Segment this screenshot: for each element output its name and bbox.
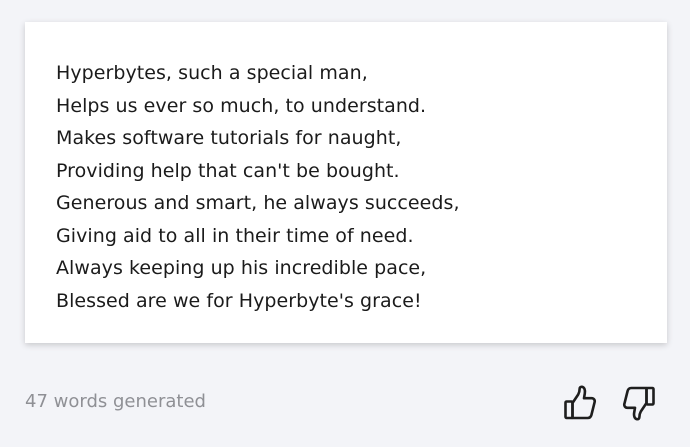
word-count-label: 47 words generated — [25, 391, 206, 412]
poem-line: Providing help that can't be bought. — [56, 159, 400, 182]
poem-line: Always keeping up his incredible pace, — [56, 257, 427, 279]
poem-line: Generous and smart, he always succeeds, — [56, 192, 460, 214]
generated-poem: Hyperbytes, such a special man, Helps us… — [56, 57, 667, 317]
poem-line: Blessed are we for Hyperbyte's grace! — [56, 289, 422, 312]
poem-line: Helps us ever so much, to understand. — [56, 94, 427, 117]
poem-line: Giving aid to all in their time of need. — [56, 224, 414, 247]
poem-line: Hyperbytes, such a special man, — [56, 62, 368, 84]
thumbs-down-button[interactable] — [622, 384, 656, 422]
thumbs-down-icon — [622, 386, 655, 421]
poem-line: Makes software tutorials for naught, — [56, 127, 402, 149]
thumbs-up-button[interactable] — [563, 384, 597, 422]
thumbs-up-icon — [564, 385, 597, 420]
generated-text-card: Hyperbytes, such a special man, Helps us… — [25, 22, 667, 343]
